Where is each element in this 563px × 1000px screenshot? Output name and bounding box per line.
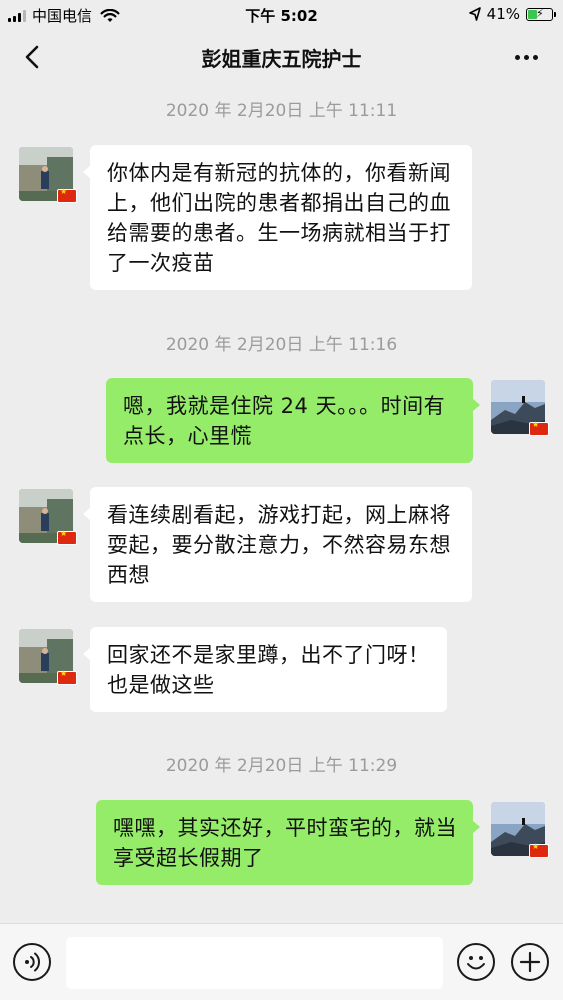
contact-avatar[interactable] bbox=[19, 629, 77, 685]
message-input[interactable] bbox=[66, 937, 443, 989]
status-right: 41% ⚡ bbox=[468, 5, 556, 23]
message-timestamp: 2020 年 2月20日 上午 11:16 bbox=[165, 335, 398, 355]
china-flag-badge-icon bbox=[57, 187, 77, 203]
contact-avatar[interactable] bbox=[19, 489, 77, 545]
location-arrow-icon bbox=[468, 7, 481, 21]
charging-bolt-icon: ⚡ bbox=[536, 6, 544, 20]
message-timestamp: 2020 年 2月20日 上午 11:11 bbox=[165, 101, 398, 121]
china-flag-badge-icon bbox=[57, 529, 77, 545]
status-bar: 中国电信 下午 5:02 41% ⚡ bbox=[0, 0, 563, 30]
voice-icon[interactable] bbox=[13, 943, 51, 981]
battery-percent: 41% bbox=[486, 5, 520, 23]
chat-title: 彭姐重庆五院护士 bbox=[201, 47, 362, 71]
self-avatar[interactable] bbox=[491, 802, 549, 858]
self-avatar[interactable] bbox=[491, 380, 549, 436]
sent-message-bubble[interactable]: 嗯，我就是住院 24 天。。。时间有点长，心里慌 bbox=[106, 378, 480, 463]
chat-input-bar bbox=[0, 923, 563, 1000]
contact-avatar[interactable] bbox=[19, 147, 77, 203]
received-message-bubble[interactable]: 回家还不是家里蹲，出不了门呀！也是做这些 bbox=[83, 627, 447, 712]
more-dots-icon[interactable] bbox=[511, 44, 541, 70]
message-timestamp: 2020 年 2月20日 上午 11:29 bbox=[165, 756, 398, 776]
china-flag-badge-icon bbox=[57, 669, 77, 685]
chat-header: 彭姐重庆五院护士 bbox=[0, 30, 563, 84]
received-message-bubble[interactable]: 你体内是有新冠的抗体的，你看新闻上，他们出院的患者都捐出自己的血给需要的患者。生… bbox=[83, 145, 472, 290]
plus-icon[interactable] bbox=[511, 943, 549, 981]
received-message-bubble[interactable]: 看连续剧看起，游戏打起，网上麻将耍起，要分散注意力，不然容易东想西想 bbox=[83, 487, 472, 602]
china-flag-badge-icon bbox=[529, 420, 549, 436]
emoji-icon[interactable] bbox=[457, 943, 495, 981]
battery-icon: ⚡ bbox=[526, 6, 556, 21]
china-flag-badge-icon bbox=[529, 842, 549, 858]
sent-message-bubble[interactable]: 嘿嘿，其实还好，平时蛮宅的，就当享受超长假期了 bbox=[96, 800, 480, 885]
